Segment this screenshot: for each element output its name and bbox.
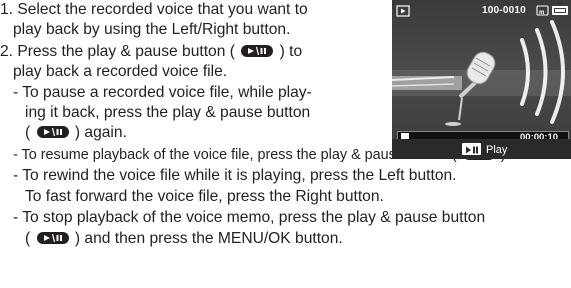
battery-icon xyxy=(552,6,568,15)
camera-lcd-screen: m 100-0010 00:00:10 Play xyxy=(392,0,571,159)
step-1-line-2: play back by using the Left/Right button… xyxy=(13,21,291,38)
play-pause-button-icon xyxy=(36,231,69,244)
file-number: 100-0010 xyxy=(482,5,526,16)
note-rewind-line-1: - To rewind the voice file while it is p… xyxy=(13,167,457,184)
note-pause-close: ) again. xyxy=(74,124,127,141)
note-rewind-line-2: To fast forward the voice file, press th… xyxy=(25,188,384,205)
note-pause-line-2: ing it back, press the play & pause butt… xyxy=(25,104,311,121)
protect-icon: m xyxy=(536,5,549,16)
note-pause-open: ( xyxy=(25,124,31,141)
step-2-text-b: ) to xyxy=(279,43,303,60)
note-pause-line-1: - To pause a recorded voice file, while … xyxy=(13,84,312,101)
step-2-text-a: 2. Press the play & pause button ( xyxy=(0,43,235,60)
play-pause-icon xyxy=(462,143,481,155)
note-stop-line-1: - To stop playback of the voice memo, pr… xyxy=(13,209,486,226)
note-stop-line-2: ( ) and then press the MENU/OK button. xyxy=(25,229,343,249)
note-stop-open: ( xyxy=(25,230,31,247)
play-pause-button-icon xyxy=(241,44,274,57)
step-2-line-2: play back a recorded voice file. xyxy=(13,63,228,80)
note-resume-text: - To resume playback of the voice file, … xyxy=(13,147,457,163)
step-1-line-1: 1. Select the recorded voice that you wa… xyxy=(0,1,308,18)
play-label: Play xyxy=(486,144,508,156)
play-pause-button-icon xyxy=(36,125,69,138)
note-stop-close: ) and then press the MENU/OK button. xyxy=(74,230,343,247)
playback-mode-icon xyxy=(396,5,410,17)
screen-bottom-bar: Play xyxy=(392,139,571,159)
note-pause-line-3: ( ) again. xyxy=(25,123,127,143)
step-2-line-1: 2. Press the play & pause button ( ) to xyxy=(0,42,302,62)
svg-text:m: m xyxy=(539,10,544,16)
